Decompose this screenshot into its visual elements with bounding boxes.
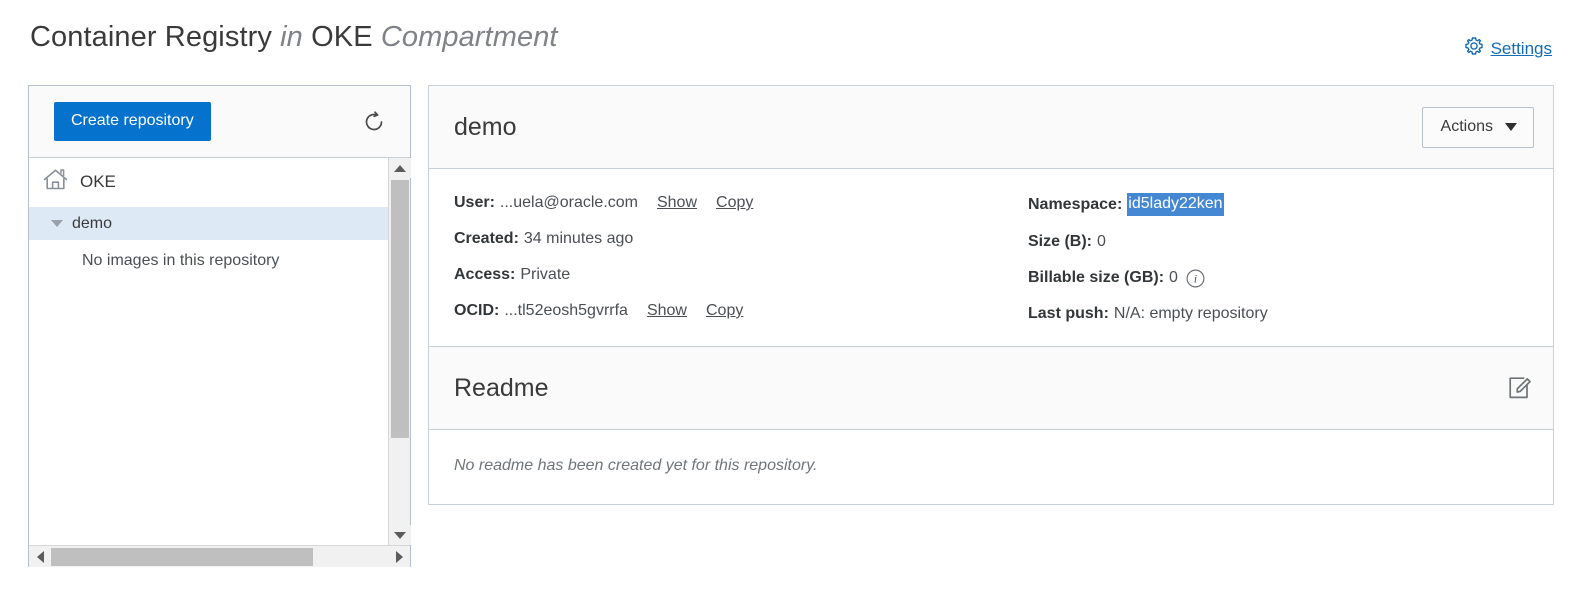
sidebar-toolbar: Create repository [29,86,410,158]
detail-row-billable-size: Billable size (GB): 0 i [1028,268,1528,288]
detail-row-last-push: Last push: N/A: empty repository [1028,304,1528,324]
page-title-main: Container Registry [30,21,272,53]
detail-row-created: Created: 34 minutes ago [454,229,1028,249]
edit-readme-button[interactable] [1506,375,1532,401]
vertical-scroll-thumb[interactable] [391,180,409,438]
sidebar-item-demo[interactable]: demo [29,207,389,240]
detail-value-user: ...uela@oracle.com [499,194,638,211]
detail-label-ocid: OCID: [454,302,500,319]
repository-summary-card: demo Actions User: ...uela@oracle.com Sh… [428,85,1554,347]
page-title-repo: demo [454,112,517,141]
scroll-left-button[interactable] [29,546,51,567]
tree-scroll-area: OKE demo No images in this repository [29,158,389,545]
user-copy-link[interactable]: Copy [716,193,753,213]
settings-link[interactable]: Settings [1464,36,1552,61]
horizontal-scroll-thumb[interactable] [51,547,313,566]
detail-row-user: User: ...uela@oracle.com Show Copy [454,193,1028,213]
detail-label-billable-size: Billable size (GB): [1028,269,1165,286]
sidebar-item-oke-label: OKE [80,172,116,191]
detail-label-access: Access: [454,266,516,283]
repository-sidebar: Create repository OKE demo No images in … [28,85,411,567]
page-title: Container Registry in OKE Compartment [30,21,558,54]
chevron-down-icon[interactable] [51,220,63,227]
scroll-down-button[interactable] [389,525,411,545]
detail-label-created: Created: [454,230,519,247]
scroll-up-button[interactable] [389,158,411,178]
readme-title: Readme [454,373,549,402]
info-icon[interactable]: i [1186,269,1205,288]
page-header: Container Registry in OKE Compartment Se… [0,0,1582,82]
tree-empty-message: No images in this repository [82,252,280,269]
detail-value-ocid: ...tl52eosh5gvrrfa [504,302,628,319]
details-column-right: Namespace: id5lady22ken Size (B): 0 Bill… [1028,193,1528,324]
sidebar-item-demo-label: demo [72,214,113,232]
gear-icon [1464,36,1484,61]
detail-value-billable-size: 0 [1169,269,1178,286]
page-title-compartment: Compartment [380,21,558,53]
arrow-down-icon [394,531,406,539]
readme-empty-message: No readme has been created yet for this … [454,457,818,474]
scroll-right-button[interactable] [388,546,410,567]
page-title-scope: OKE [311,21,373,53]
home-icon [42,167,69,197]
detail-value-created: 34 minutes ago [523,230,634,247]
detail-label-last-push: Last push: [1028,305,1109,322]
detail-row-size: Size (B): 0 [1028,232,1528,252]
readme-header: Readme [429,347,1553,430]
repository-details: User: ...uela@oracle.com Show Copy Creat… [429,169,1553,346]
detail-label-namespace: Namespace: [1028,195,1123,213]
detail-label-size: Size (B): [1028,233,1092,250]
actions-button[interactable]: Actions [1421,106,1534,148]
detail-value-last-push: N/A: empty repository [1113,305,1268,322]
readme-card: Readme No readme has been created yet fo… [428,346,1554,505]
arrow-up-icon [394,164,406,172]
sidebar-vertical-scrollbar[interactable] [388,158,411,545]
refresh-icon [362,110,386,137]
detail-label-user: User: [454,194,495,211]
chevron-down-icon [1505,122,1517,131]
repository-summary-header: demo Actions [429,86,1553,169]
create-repository-button[interactable]: Create repository [54,102,211,141]
settings-label: Settings [1490,38,1552,58]
arrow-left-icon [36,550,44,563]
detail-row-ocid: OCID: ...tl52eosh5gvrrfa Show Copy [454,301,1028,321]
details-column-left: User: ...uela@oracle.com Show Copy Creat… [454,193,1028,324]
repository-detail-panel: demo Actions User: ...uela@oracle.com Sh… [428,85,1554,533]
detail-value-access: Private [520,266,571,283]
detail-value-size: 0 [1097,233,1106,250]
sidebar-item-oke-root[interactable]: OKE [29,158,389,207]
detail-value-namespace[interactable]: id5lady22ken [1127,193,1224,216]
arrow-right-icon [395,550,403,563]
refresh-button[interactable] [362,110,386,134]
detail-row-access: Access: Private [454,265,1028,285]
repository-tree: OKE demo No images in this repository [29,158,411,567]
detail-row-namespace: Namespace: id5lady22ken [1028,193,1528,216]
actions-button-label: Actions [1440,117,1493,135]
user-show-link[interactable]: Show [657,193,697,213]
ocid-copy-link[interactable]: Copy [706,301,743,321]
sidebar-horizontal-scrollbar[interactable] [29,545,410,567]
ocid-show-link[interactable]: Show [647,301,687,321]
edit-icon [1506,377,1532,404]
page-title-in: in [280,21,303,53]
svg-text:i: i [1194,273,1197,285]
